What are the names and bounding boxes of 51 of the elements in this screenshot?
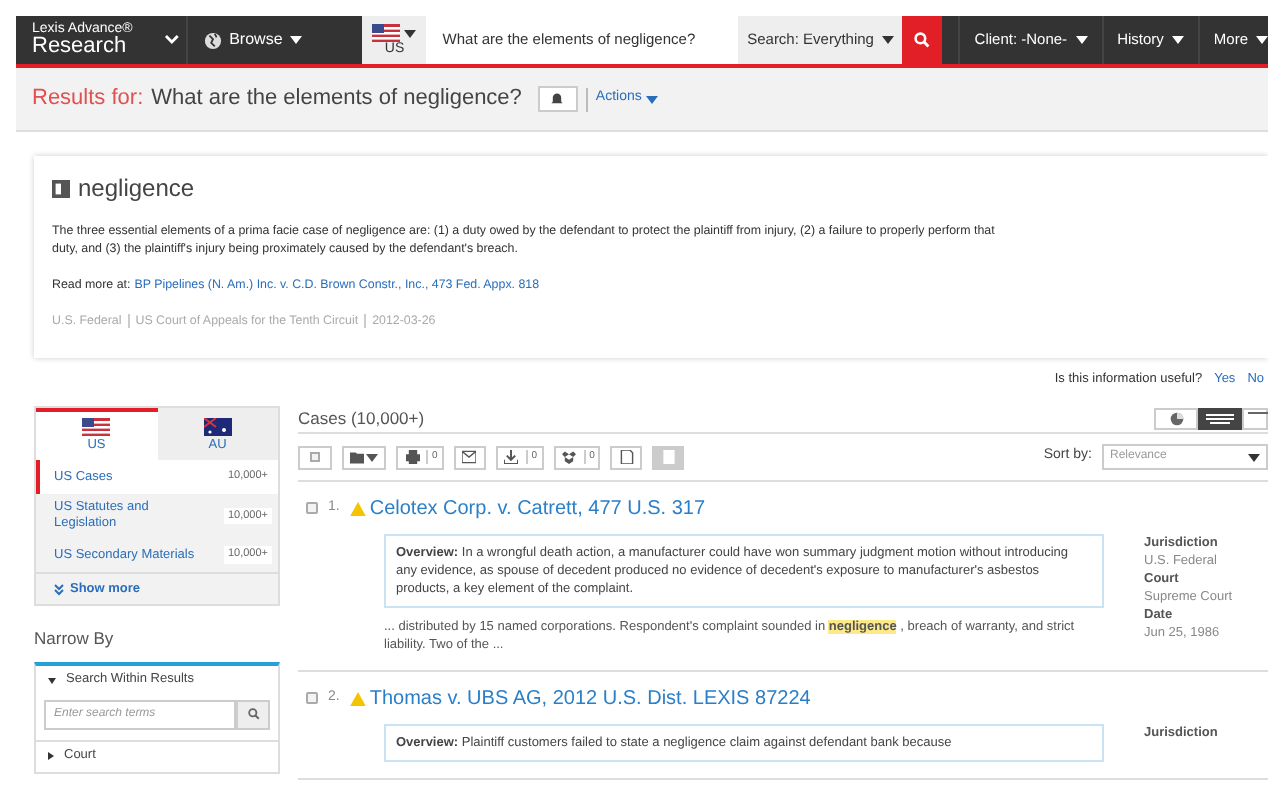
caret-icon	[366, 453, 378, 461]
caret-icon	[1256, 36, 1268, 44]
pie-chart-icon	[1169, 411, 1183, 425]
chart-view-button[interactable]	[1154, 407, 1198, 429]
folder-icon	[350, 451, 364, 463]
result-checkbox[interactable]	[306, 502, 318, 514]
flag-icon	[82, 417, 111, 436]
results-heading: Cases (10,000+)	[298, 405, 425, 431]
disclosure-icon	[48, 752, 54, 761]
document-icon	[619, 450, 634, 464]
caret-icon	[404, 29, 417, 37]
narrow-by-heading: Narrow By	[34, 626, 116, 652]
search-button[interactable]	[902, 16, 943, 64]
flag-icon	[372, 24, 401, 42]
search-icon	[247, 708, 259, 721]
caret-icon	[1075, 36, 1088, 44]
case-title-link[interactable]: Celotex Corp. v. Catrett, 477 U.S. 317	[369, 493, 706, 523]
flag-icon	[203, 417, 232, 436]
email-button[interactable]	[453, 445, 486, 469]
page-icon	[661, 450, 676, 464]
caret-icon	[290, 36, 303, 44]
book-icon	[52, 179, 70, 197]
definition-term: negligence	[78, 172, 195, 206]
warning-icon	[349, 691, 366, 705]
brand-product: Research	[32, 36, 129, 58]
case-title-link[interactable]: Thomas v. UBS AG, 2012 U.S. Dist. LEXIS 87224	[369, 683, 811, 713]
chevron-down-icon[interactable]	[163, 34, 180, 46]
search-icon	[914, 32, 931, 48]
list-view-button[interactable]	[1198, 407, 1242, 429]
warning-icon	[349, 501, 366, 515]
download-icon	[504, 450, 519, 464]
select-all-checkbox[interactable]	[298, 445, 332, 469]
browse-button[interactable]: Browse	[185, 16, 319, 64]
caret-icon	[1248, 453, 1260, 461]
caret-icon	[881, 36, 894, 44]
caret-icon	[1171, 36, 1184, 44]
globe-icon	[203, 31, 222, 49]
alert-button[interactable]	[537, 86, 578, 112]
document-button[interactable]	[610, 445, 643, 469]
results-for-label: Results for:	[32, 84, 144, 115]
envelope-icon	[462, 450, 477, 464]
compact-view-button[interactable]	[1242, 407, 1268, 429]
double-chevron-icon	[54, 583, 64, 595]
bell-icon	[550, 92, 565, 106]
results-query: What are the elements of negligence?	[151, 84, 522, 115]
result-checkbox[interactable]	[306, 692, 318, 704]
folder-button[interactable]	[342, 445, 386, 469]
disclosure-icon	[48, 677, 56, 684]
search-within-button[interactable]	[236, 699, 270, 730]
caret-icon	[645, 95, 658, 103]
box-icon	[562, 450, 577, 464]
